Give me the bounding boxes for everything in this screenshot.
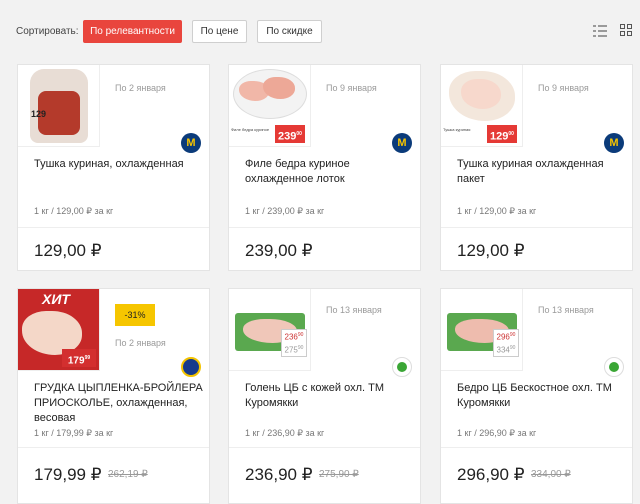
image-caption: Филе бедра куриное bbox=[231, 127, 270, 132]
old-price: 275,90 ₽ bbox=[319, 469, 359, 480]
image-price-sticker: 23900 bbox=[275, 125, 305, 143]
image-price-sticker: 23690 27590 bbox=[281, 329, 307, 357]
offer-date: По 9 января bbox=[326, 83, 377, 93]
sort-label: Сортировать: bbox=[16, 26, 79, 37]
image-banner: ХИТ bbox=[42, 291, 70, 307]
product-image: ХИТ 17999 bbox=[18, 289, 100, 371]
metro-icon: M bbox=[604, 133, 624, 153]
product-image: 129 bbox=[18, 65, 100, 147]
offer-date: По 2 января bbox=[115, 83, 166, 93]
image-price-label: 129 bbox=[31, 109, 47, 119]
product-title[interactable]: Филе бедра куриное охлажденное лоток bbox=[245, 157, 415, 187]
divider bbox=[229, 227, 420, 228]
divider bbox=[441, 447, 632, 448]
product-title[interactable]: Бедро ЦБ Бескостное охл. ТМ Куромякки bbox=[457, 381, 627, 411]
product-image: Тушка куриная 12900 bbox=[441, 65, 523, 147]
list-view-icon[interactable] bbox=[593, 24, 607, 38]
price: 129,00 ₽ bbox=[457, 241, 525, 260]
product-title[interactable]: Тушка куриная, охлажденная bbox=[34, 157, 204, 172]
price: 179,99 ₽ bbox=[34, 465, 102, 484]
price: 239,00 ₽ bbox=[245, 241, 313, 260]
divider bbox=[441, 227, 632, 228]
product-title[interactable]: Голень ЦБ с кожей охл. ТМ Куромякки bbox=[245, 381, 415, 411]
divider bbox=[18, 227, 209, 228]
product-card[interactable]: ХИТ 17999 -31% По 2 января ГРУДКА ЦЫПЛЕН… bbox=[17, 288, 210, 504]
image-price-sticker: 12900 bbox=[487, 125, 517, 143]
grid-view-icon[interactable] bbox=[620, 24, 634, 38]
unit-price: 1 кг / 129,00 ₽ за кг bbox=[34, 206, 114, 216]
sort-toolbar: Сортировать: По релевантности По цене По… bbox=[0, 0, 640, 58]
product-card[interactable]: 29690 33490 По 13 января Бедро ЦБ Бескос… bbox=[440, 288, 633, 504]
price: 296,90 ₽ bbox=[457, 465, 525, 484]
unit-price: 1 кг / 129,00 ₽ за кг bbox=[457, 206, 537, 216]
discount-badge: -31% bbox=[115, 304, 155, 326]
price: 236,90 ₽ bbox=[245, 465, 313, 484]
product-image: Филе бедра куриное 23900 bbox=[229, 65, 311, 147]
offer-date: По 9 января bbox=[538, 83, 589, 93]
product-card[interactable]: 23690 27590 По 13 января Голень ЦБ с кож… bbox=[228, 288, 421, 504]
unit-price: 1 кг / 236,90 ₽ за кг bbox=[245, 428, 325, 438]
old-price: 262,19 ₽ bbox=[108, 469, 148, 480]
divider bbox=[229, 447, 420, 448]
offer-date: По 2 января bbox=[115, 338, 166, 348]
sort-by-price-button[interactable]: По цене bbox=[192, 20, 247, 43]
offer-date: По 13 января bbox=[326, 305, 382, 315]
sort-by-relevance-button[interactable]: По релевантности bbox=[83, 20, 182, 43]
old-price: 334,00 ₽ bbox=[531, 469, 571, 480]
unit-price: 1 кг / 296,90 ₽ за кг bbox=[457, 428, 537, 438]
metro-icon: M bbox=[392, 133, 412, 153]
offer-date: По 13 января bbox=[538, 305, 594, 315]
divider bbox=[18, 447, 209, 448]
unit-price: 1 кг / 179,99 ₽ за кг bbox=[34, 428, 114, 438]
product-title[interactable]: Тушка куриная охлажденная пакет bbox=[457, 157, 627, 187]
metro-icon: M bbox=[181, 133, 201, 153]
perekrestok-icon bbox=[604, 357, 624, 377]
image-price-sticker: 17999 bbox=[62, 349, 96, 367]
product-image: 29690 33490 bbox=[441, 289, 523, 371]
price: 129,00 ₽ bbox=[34, 241, 102, 260]
product-card[interactable]: 129 По 2 января M Тушка куриная, охлажде… bbox=[17, 64, 210, 271]
product-card[interactable]: Филе бедра куриное 23900 По 9 января M Ф… bbox=[228, 64, 421, 271]
sort-by-discount-button[interactable]: По скидке bbox=[257, 20, 322, 43]
image-price-sticker: 29690 33490 bbox=[493, 329, 519, 357]
product-card[interactable]: Тушка куриная 12900 По 9 января M Тушка … bbox=[440, 64, 633, 271]
perekrestok-icon bbox=[392, 357, 412, 377]
image-caption: Тушка куриная bbox=[443, 127, 471, 132]
product-title[interactable]: ГРУДКА ЦЫПЛЕНКА-БРОЙЛЕРА ПРИОСКОЛЬЕ, охл… bbox=[34, 381, 204, 426]
product-image: 23690 27590 bbox=[229, 289, 311, 371]
unit-price: 1 кг / 239,00 ₽ за кг bbox=[245, 206, 325, 216]
lenta-icon bbox=[181, 357, 201, 377]
